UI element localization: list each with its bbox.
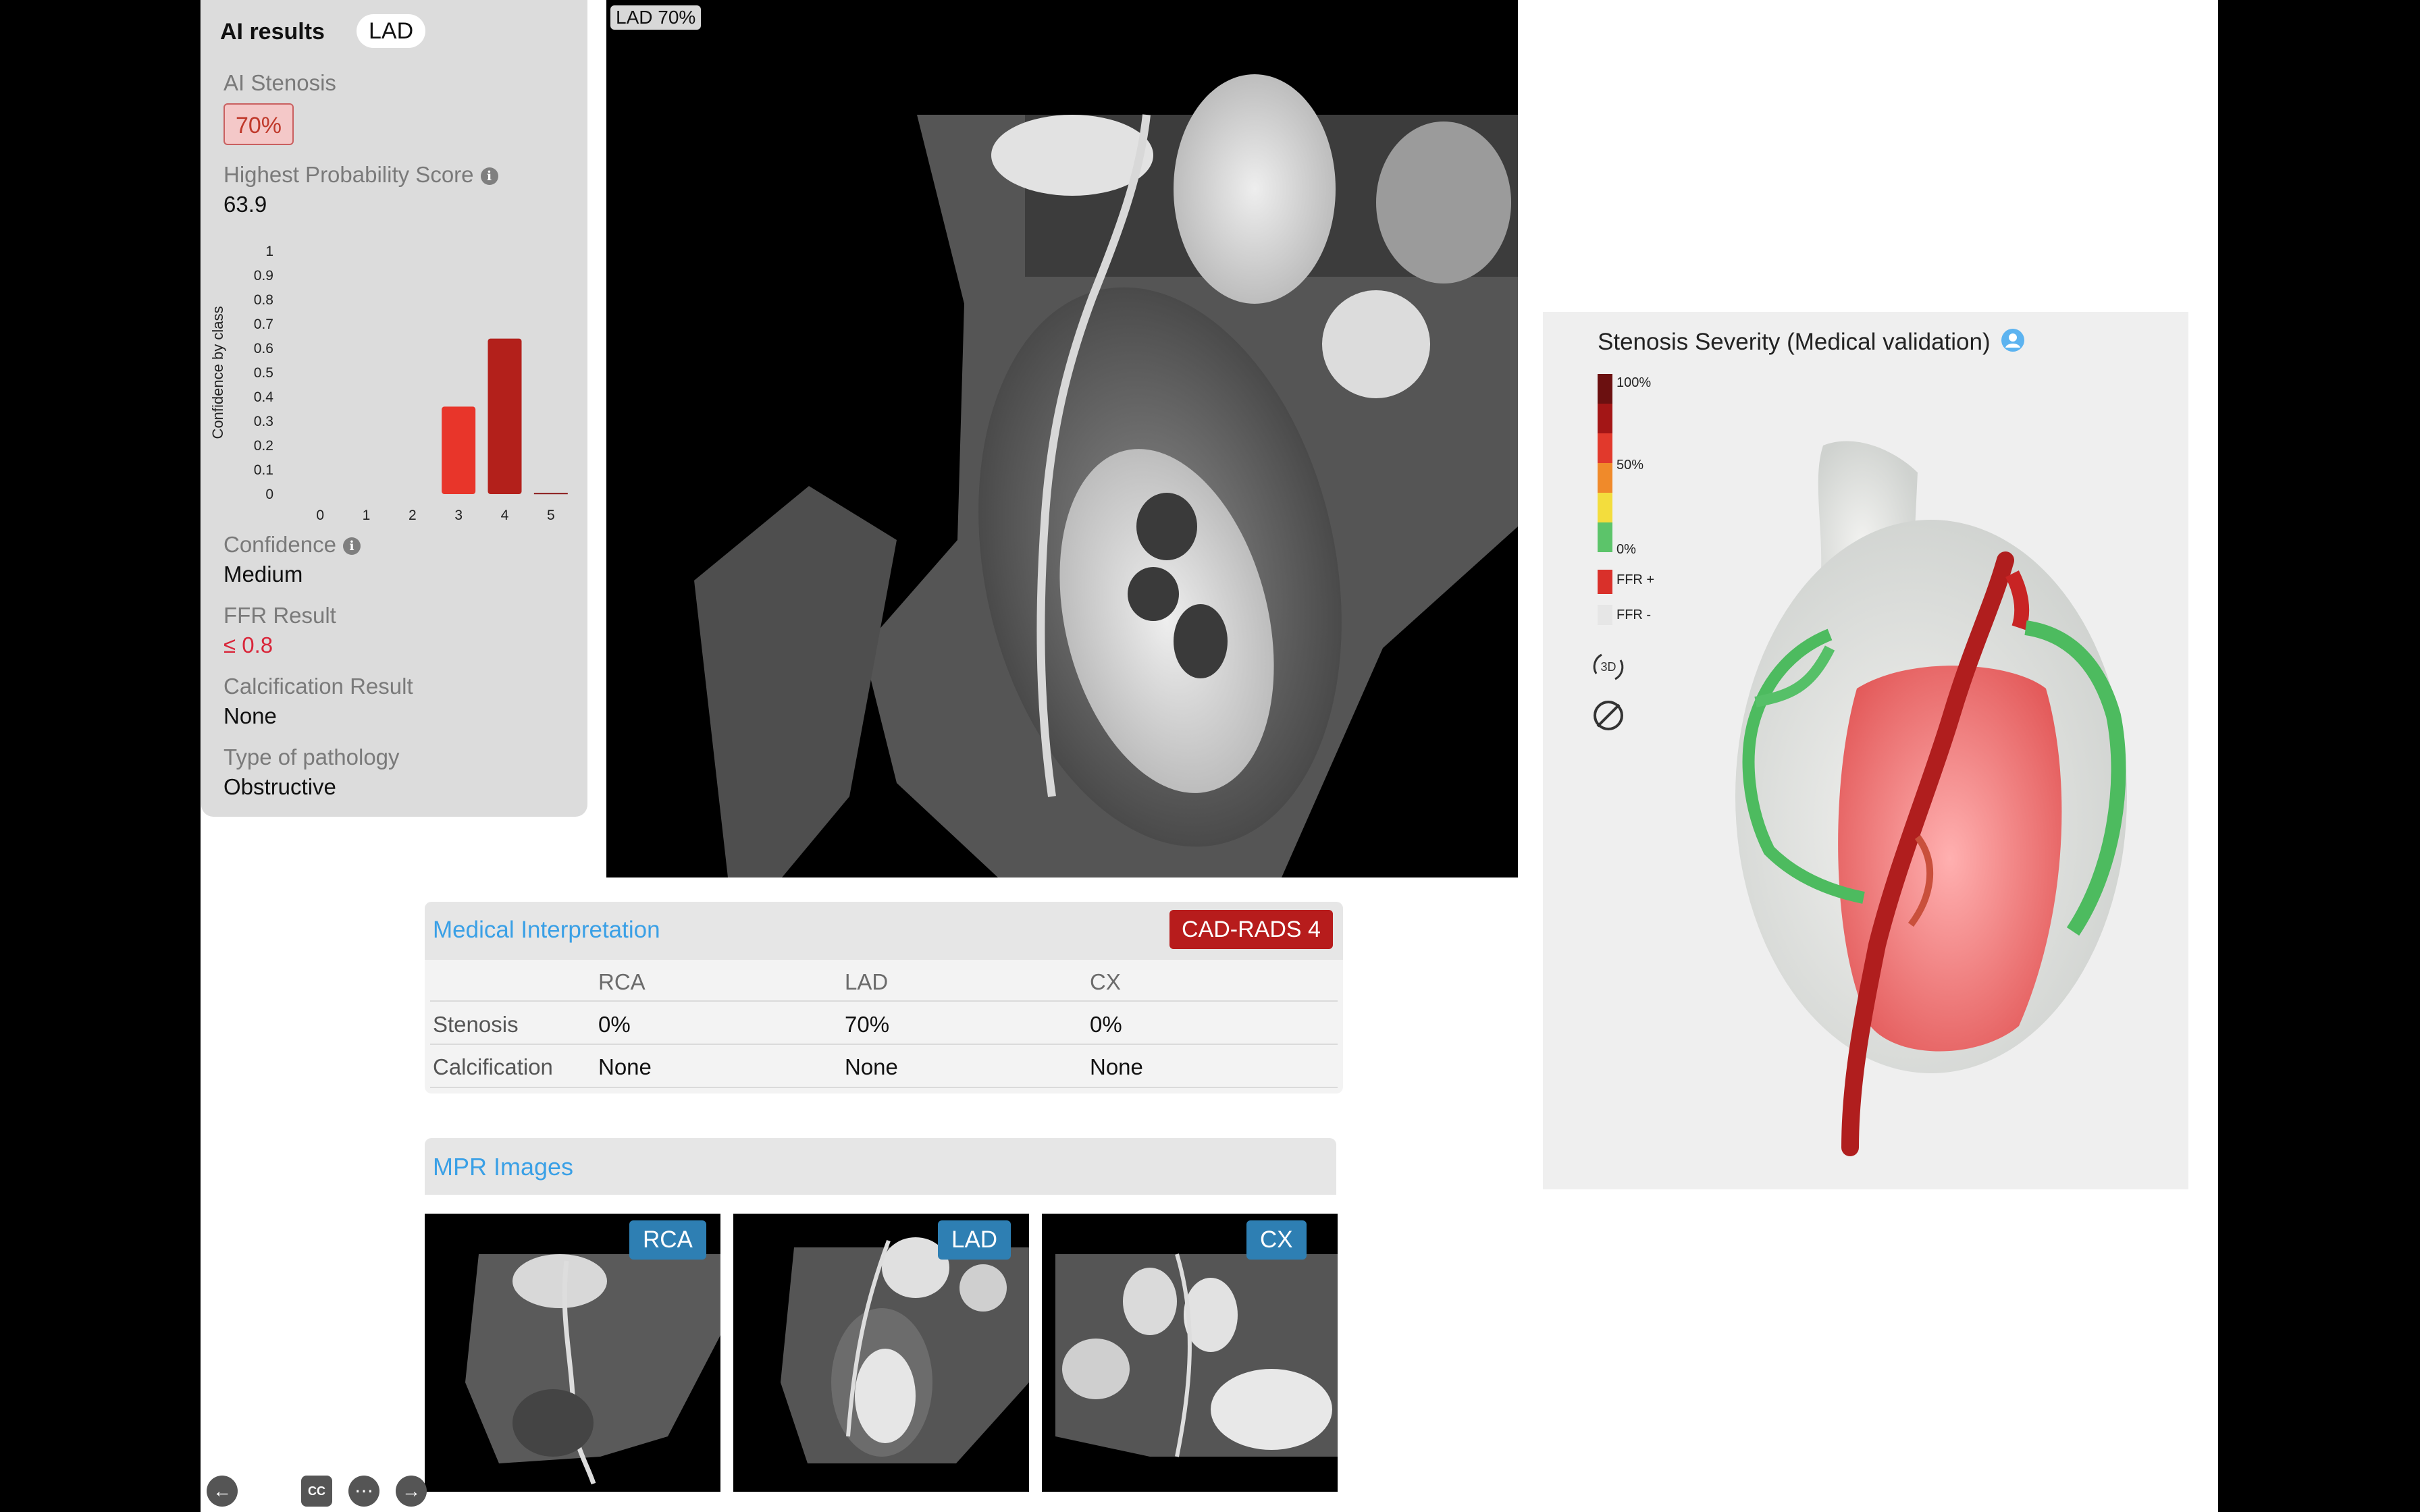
pathology-value: Obstructive [223, 774, 336, 799]
severity-legend [1598, 374, 1612, 625]
cc-icon[interactable]: CC [301, 1476, 332, 1507]
pencil-icon[interactable]: ✎ [254, 1476, 285, 1507]
pathology-label: Type of pathology [223, 745, 400, 770]
table-divider [430, 1000, 1338, 1002]
confidence-value: Medium [223, 562, 303, 587]
cell-calcification-rca: None [598, 1054, 652, 1079]
y-tick-label: 0.2 [254, 438, 273, 454]
column-header-rca: RCA [598, 969, 646, 994]
forward-icon[interactable]: → [396, 1476, 427, 1507]
y-tick-label: 0.5 [254, 365, 273, 381]
table-divider [430, 1044, 1338, 1045]
probability-score-text: Highest Probability Score [223, 162, 474, 187]
interpretation-title: Medical Interpretation [433, 917, 660, 943]
severity-title-text: Stenosis Severity (Medical validation) [1598, 328, 1991, 355]
y-tick-label: 0 [265, 487, 273, 502]
y-tick-label: 0.9 [254, 268, 273, 284]
x-tick-label: 3 [454, 508, 463, 523]
mpr-tab-rca[interactable]: RCA [629, 1220, 706, 1260]
mpr-tab-lad[interactable]: LAD [938, 1220, 1011, 1260]
back-icon[interactable]: ← [207, 1476, 238, 1507]
y-tick-label: 0.1 [254, 462, 273, 478]
cell-stenosis-rca: 0% [598, 1012, 631, 1037]
confidence-bar-chart: 0 0.1 0.2 0.3 0.4 0.5 0.6 0.7 0.8 0.9 1 Confidence … [209, 244, 568, 523]
x-tick-label: 0 [316, 508, 324, 523]
bar-class-3 [442, 406, 476, 494]
y-tick-label: 0.7 [254, 317, 273, 332]
ffr-label: FFR Result [223, 603, 336, 628]
table-divider [430, 1087, 1338, 1088]
calcification-value: None [223, 703, 277, 728]
calcification-label: Calcification Result [223, 674, 413, 699]
severity-title: Stenosis Severity (Medical validation) [1598, 328, 2025, 358]
x-tick-label: 4 [501, 508, 509, 523]
column-header-cx: CX [1090, 969, 1121, 994]
legend-ffr-positive: FFR + [1616, 572, 1655, 587]
confidence-label: Confidence i [223, 532, 361, 558]
cell-stenosis-cx: 0% [1090, 1012, 1122, 1037]
ct-main-image[interactable] [606, 0, 1518, 878]
y-tick-label: 0.8 [254, 292, 273, 308]
info-icon[interactable]: i [480, 167, 498, 186]
info-icon[interactable]: i [342, 537, 361, 556]
probability-score-label: Highest Probability Score i [223, 162, 498, 188]
y-tick-label: 0.4 [254, 389, 274, 405]
ffr-value: ≤ 0.8 [223, 632, 273, 657]
cell-stenosis-lad: 70% [845, 1012, 890, 1037]
ai-stenosis-label: AI Stenosis [223, 70, 336, 95]
cad-rads-badge: CAD-RADS 4 [1169, 910, 1333, 949]
mpr-tab-cx[interactable]: CX [1246, 1220, 1307, 1260]
3d-rotate-label: 3D [1600, 660, 1616, 674]
3d-rotate-icon[interactable]: 3D [1588, 647, 1629, 687]
x-tick-label: 5 [547, 508, 555, 523]
y-tick-label: 1 [265, 244, 273, 259]
person-icon[interactable] [2001, 328, 2025, 358]
cell-calcification-cx: None [1090, 1054, 1143, 1079]
probability-score-value: 63.9 [223, 192, 267, 217]
row-label-stenosis: Stenosis [433, 1012, 519, 1037]
legend-100: 100% [1616, 375, 1652, 390]
ct-scan-graphic [694, 74, 1518, 878]
bar-class-4 [488, 338, 522, 494]
cell-calcification-lad: None [845, 1054, 898, 1079]
mpr-title: MPR Images [433, 1153, 574, 1181]
legend-ffr-negative: FFR - [1616, 608, 1652, 622]
more-icon[interactable]: ⋯ [348, 1476, 379, 1507]
legend-0: 0% [1616, 542, 1636, 557]
legend-50: 50% [1616, 458, 1644, 473]
confidence-text: Confidence [223, 532, 336, 557]
vessel-pill[interactable]: LAD [357, 14, 426, 48]
y-axis-title: Confidence by class [209, 306, 226, 439]
y-tick-label: 0.3 [254, 414, 273, 429]
row-label-calcification: Calcification [433, 1054, 553, 1079]
bar-class-5 [533, 493, 568, 495]
ct-vessel-tag: LAD 70% [610, 5, 702, 30]
heart-3d-model [1735, 441, 2127, 1156]
hide-icon[interactable] [1588, 695, 1629, 736]
y-tick-label: 0.6 [254, 341, 273, 356]
column-header-lad: LAD [845, 969, 889, 994]
x-tick-label: 2 [409, 508, 417, 523]
ai-results-title: AI results [220, 19, 325, 45]
ai-stenosis-badge: 70% [223, 103, 294, 145]
x-tick-label: 1 [363, 508, 371, 523]
